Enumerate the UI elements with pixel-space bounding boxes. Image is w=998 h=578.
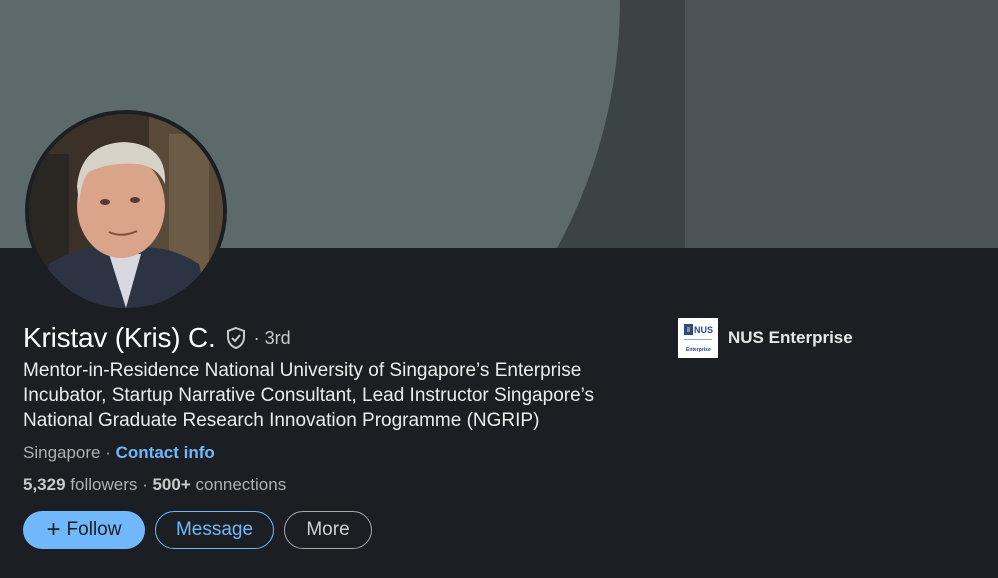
avatar-photo	[29, 114, 223, 308]
current-company[interactable]: NUS Enterprise NUS Enterprise	[678, 318, 853, 358]
nus-logo-icon: NUS Enterprise	[678, 318, 718, 358]
profile-name: Kristav (Kris) C.	[23, 322, 216, 353]
action-buttons: + Follow Message More	[23, 511, 372, 549]
followers-count[interactable]: 5,329	[23, 475, 66, 494]
stats-separator: ·	[137, 475, 153, 494]
followers-label: followers	[65, 475, 138, 494]
message-button[interactable]: Message	[155, 511, 274, 549]
follow-label: Follow	[66, 519, 122, 540]
connections-label: connections	[190, 475, 287, 494]
name-row: Kristav (Kris) C. · 3rd	[23, 322, 291, 354]
banner-panel-shape	[685, 0, 998, 248]
logo-text-bottom: Enterprise	[686, 347, 711, 353]
stats-row: 5,329 followers · 500+ connections	[23, 475, 286, 495]
company-name[interactable]: NUS Enterprise	[728, 328, 853, 348]
verified-shield-icon[interactable]	[224, 326, 248, 350]
profile-card: Kristav (Kris) C. · 3rd Mentor-in-Reside…	[0, 0, 998, 578]
company-logo[interactable]: NUS Enterprise	[678, 318, 718, 358]
location-separator: ·	[100, 443, 116, 462]
location-text: Singapore	[23, 443, 101, 462]
more-button[interactable]: More	[284, 511, 372, 549]
avatar[interactable]	[25, 110, 227, 312]
connection-degree: · 3rd	[253, 327, 291, 348]
logo-text-top: NUS	[694, 325, 713, 335]
location-row: Singapore · Contact info	[23, 443, 215, 463]
profile-headline: Mentor-in-Residence National University …	[23, 360, 595, 431]
contact-info-link[interactable]: Contact info	[116, 443, 215, 462]
plus-icon: +	[46, 516, 61, 543]
follow-button[interactable]: + Follow	[23, 511, 145, 549]
connections-count[interactable]: 500+	[152, 475, 190, 494]
